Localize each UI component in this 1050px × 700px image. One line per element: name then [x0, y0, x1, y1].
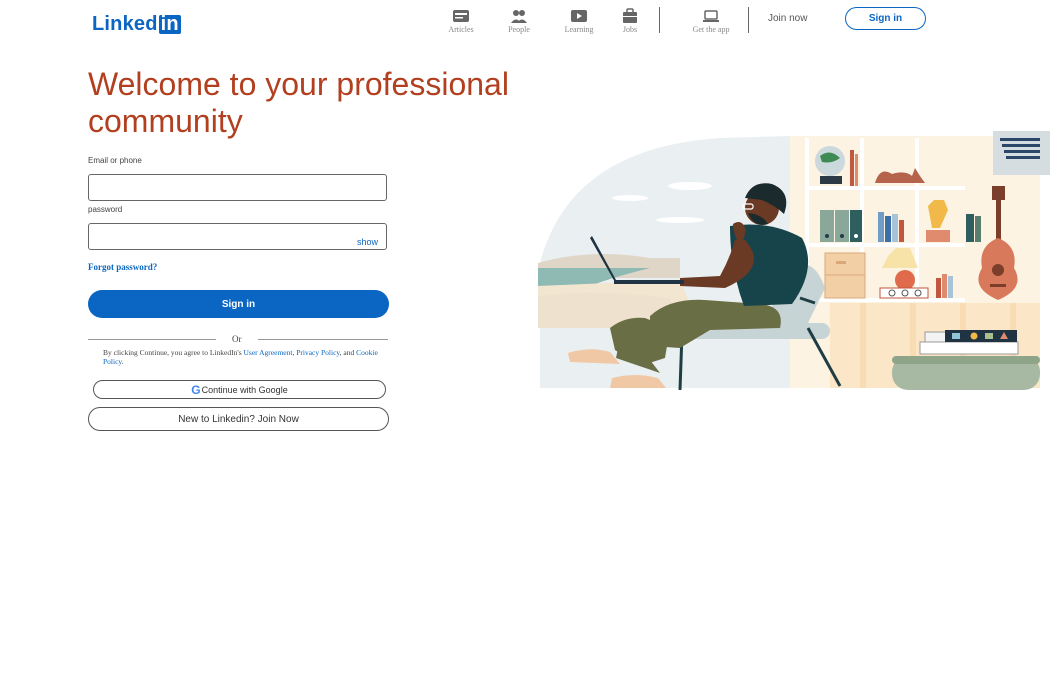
nav-learning-label: Learning [564, 25, 594, 34]
show-password-toggle[interactable]: show [357, 237, 378, 247]
nav-get-the-app-label: Get the app [692, 25, 730, 34]
email-field-box [88, 174, 387, 201]
terms-prefix: By clicking Continue, you agree to Linke… [103, 348, 244, 357]
terms-end: . [121, 356, 124, 366]
laptop-icon [703, 10, 719, 22]
google-button-label: Continue with Google [201, 384, 288, 395]
page-title: Welcome to your professional community [88, 66, 509, 139]
hero-illustration [538, 131, 1050, 391]
terms-notice: By clicking Continue, you agree to Linke… [103, 348, 393, 366]
logo-text: Linked [92, 13, 158, 35]
nav-jobs[interactable]: Jobs [610, 8, 650, 34]
forgot-password-link[interactable]: Forgot password? [88, 262, 157, 272]
sign-in-button[interactable]: Sign in [88, 290, 389, 318]
continue-with-google-button[interactable]: G Continue with Google [93, 380, 386, 399]
password-field[interactable] [89, 224, 386, 249]
nav-divider [748, 7, 749, 33]
logo-in-badge: in [158, 13, 181, 35]
join-now-button[interactable]: New to Linkedin? Join Now [88, 407, 389, 431]
password-field-box: show [88, 223, 387, 250]
nav-people-label: People [508, 25, 530, 34]
or-divider-left [88, 339, 216, 340]
or-divider-right [258, 339, 388, 340]
people-icon [511, 10, 527, 23]
nav-articles[interactable]: Articles [432, 8, 490, 34]
google-icon: G [191, 383, 200, 397]
email-label: Email or phone [88, 156, 142, 165]
nav-people[interactable]: People [490, 8, 548, 34]
window-blinds [993, 131, 1050, 175]
privacy-policy-link[interactable]: Privacy Policy [296, 348, 339, 357]
header-sign-in-button[interactable]: Sign in [845, 7, 926, 30]
learning-icon [571, 10, 587, 22]
articles-icon [453, 10, 469, 22]
or-separator: Or [232, 334, 242, 344]
join-now-link[interactable]: Join now [768, 13, 807, 24]
terms-and: , and [339, 348, 357, 357]
nav-jobs-label: Jobs [622, 25, 638, 34]
nav-divider [659, 7, 660, 33]
nav-articles-label: Articles [448, 25, 474, 34]
jobs-icon [623, 8, 637, 23]
nav-get-the-app[interactable]: Get the app [676, 8, 746, 34]
nav-learning[interactable]: Learning [548, 8, 610, 34]
email-field[interactable] [89, 175, 386, 200]
user-agreement-link[interactable]: User Agreement [244, 348, 293, 357]
password-label: password [88, 205, 123, 214]
top-nav: Articles People Learning Jobs Get the ap… [432, 7, 749, 34]
linkedin-logo[interactable]: Linked in [92, 13, 181, 36]
google-g: G [191, 382, 201, 397]
